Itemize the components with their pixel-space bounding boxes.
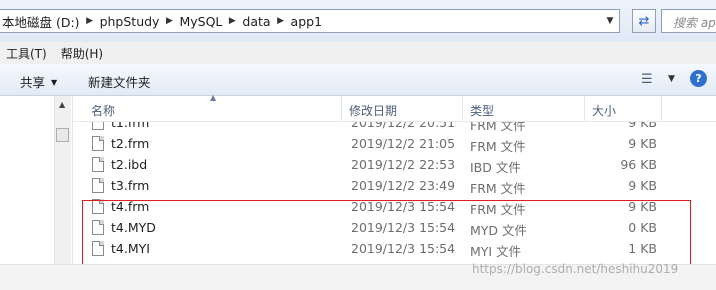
file-icon — [92, 178, 104, 193]
breadcrumb-separator-icon[interactable]: ▶ — [162, 10, 176, 32]
breadcrumb-separator-icon[interactable]: ▶ — [274, 10, 288, 32]
column-name-header[interactable]: 名称 — [91, 102, 115, 119]
column-divider[interactable] — [661, 96, 662, 121]
column-divider[interactable] — [584, 96, 585, 121]
file-icon — [92, 157, 104, 172]
column-type-header[interactable]: 类型 — [470, 102, 494, 119]
scroll-up-icon[interactable]: ▲ — [59, 100, 65, 109]
chevron-down-icon: ▼ — [51, 78, 58, 87]
search-placeholder: 搜索 ap — [673, 16, 716, 30]
file-size: 9 KB — [628, 136, 657, 151]
file-row[interactable]: t2.frm 2019/12/2 21:05 FRM 文件 9 KB — [73, 134, 716, 155]
file-date: 2019/12/2 20:51 — [351, 122, 456, 130]
address-dropdown-icon[interactable]: ▼ — [601, 10, 619, 32]
view-options-icon[interactable]: ☰ — [641, 72, 653, 87]
file-row[interactable]: t1.frm 2019/12/2 20:51 FRM 文件 9 KB — [73, 122, 716, 134]
scrollbar-thumb[interactable] — [56, 128, 69, 142]
command-bar: 共享 ▼ 新建文件夹 ☰ ▼ ? — [0, 64, 716, 96]
new-folder-button[interactable]: 新建文件夹 — [88, 72, 151, 91]
search-input[interactable]: 搜索 ap — [661, 9, 716, 33]
column-header: ▲ 名称 修改日期 类型 大小 — [73, 93, 716, 122]
highlight-box — [82, 200, 691, 265]
share-label: 共享 — [20, 75, 46, 90]
file-type: FRM 文件 — [470, 181, 526, 196]
breadcrumb-data[interactable]: data — [239, 10, 273, 32]
breadcrumb-separator-icon[interactable]: ▶ — [225, 10, 239, 32]
breadcrumb-separator-icon[interactable]: ▶ — [83, 10, 97, 32]
breadcrumb-drive[interactable]: 本地磁盘 (D:) — [0, 10, 83, 32]
navigation-scrollbar[interactable]: ▲ — [54, 96, 71, 264]
sort-ascending-icon: ▲ — [210, 93, 217, 102]
refresh-icon: ⇄ — [638, 13, 650, 29]
breadcrumb-app1[interactable]: app1 — [288, 10, 325, 32]
file-name: t1.frm — [111, 122, 150, 130]
watermark: https://blog.csdn.net/heshihu2019 — [472, 262, 679, 276]
file-size: 9 KB — [628, 122, 657, 130]
file-icon — [92, 136, 104, 151]
file-name: t2.frm — [111, 136, 150, 151]
file-type: FRM 文件 — [470, 122, 526, 133]
address-bar[interactable]: 本地磁盘 (D:) ▶ phpStudy ▶ MySQL ▶ data ▶ ap… — [0, 9, 620, 33]
file-size: 96 KB — [620, 157, 657, 172]
view-dropdown-icon[interactable]: ▼ — [668, 74, 675, 84]
file-date: 2019/12/2 22:53 — [351, 157, 456, 172]
help-icon[interactable]: ? — [690, 70, 707, 87]
column-divider[interactable] — [462, 96, 463, 121]
file-type: FRM 文件 — [470, 139, 526, 154]
file-row[interactable]: t2.ibd 2019/12/2 22:53 IBD 文件 96 KB — [73, 155, 716, 176]
file-type: IBD 文件 — [470, 160, 521, 175]
breadcrumb-mysql[interactable]: MySQL — [176, 10, 225, 32]
address-bar-area: 本地磁盘 (D:) ▶ phpStudy ▶ MySQL ▶ data ▶ ap… — [0, 0, 716, 42]
file-date: 2019/12/2 21:05 — [351, 136, 456, 151]
menu-tools[interactable]: 工具(T) — [0, 45, 55, 62]
file-size: 9 KB — [628, 178, 657, 193]
file-icon — [92, 122, 104, 130]
breadcrumb-phpstudy[interactable]: phpStudy — [97, 10, 163, 32]
share-button[interactable]: 共享 ▼ — [20, 72, 57, 91]
menu-help[interactable]: 帮助(H) — [55, 45, 111, 62]
file-name: t2.ibd — [111, 157, 148, 172]
file-date: 2019/12/2 23:49 — [351, 178, 456, 193]
column-date-header[interactable]: 修改日期 — [349, 102, 397, 119]
refresh-button[interactable]: ⇄ — [632, 9, 656, 33]
file-name: t3.frm — [111, 178, 150, 193]
menu-bar: 工具(T) 帮助(H) — [0, 42, 716, 64]
column-divider[interactable] — [341, 96, 342, 121]
column-size-header[interactable]: 大小 — [592, 102, 616, 119]
file-row[interactable]: t3.frm 2019/12/2 23:49 FRM 文件 9 KB — [73, 176, 716, 197]
